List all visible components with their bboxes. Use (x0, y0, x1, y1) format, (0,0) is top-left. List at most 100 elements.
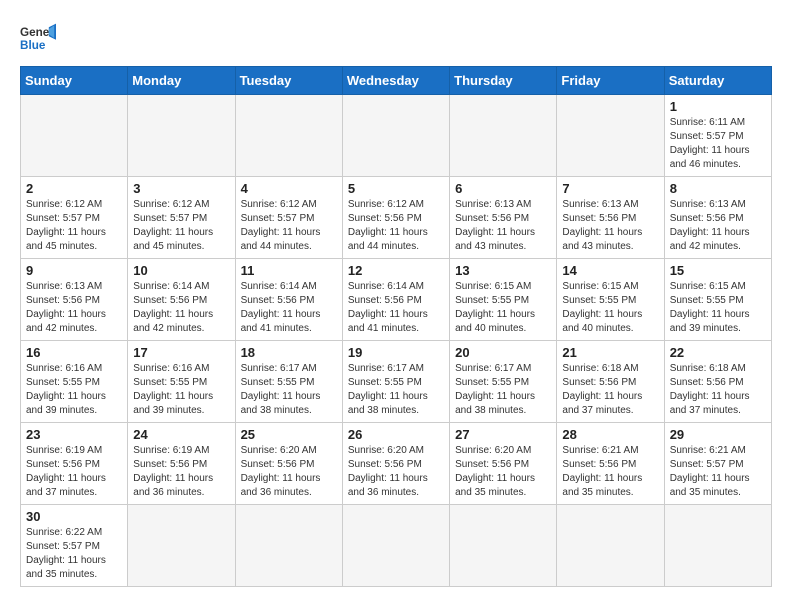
day-number: 4 (241, 181, 337, 196)
day-number: 19 (348, 345, 444, 360)
calendar-cell: 13 Sunrise: 6:15 AMSunset: 5:55 PMDayligh… (450, 259, 557, 341)
calendar-week-0: 1 Sunrise: 6:11 AMSunset: 5:57 PMDaylight… (21, 95, 772, 177)
calendar-cell: 19 Sunrise: 6:17 AMSunset: 5:55 PMDayligh… (342, 341, 449, 423)
general-blue-logo-icon: General Blue (20, 20, 56, 56)
day-number: 16 (26, 345, 122, 360)
calendar-cell: 4 Sunrise: 6:12 AMSunset: 5:57 PMDaylight… (235, 177, 342, 259)
calendar-cell: 20Sunrise: 6:17 AMSunset: 5:55 PMDayligh… (450, 341, 557, 423)
calendar-cell: 10 Sunrise: 6:14 AMSunset: 5:56 PMDayligh… (128, 259, 235, 341)
day-number: 27 (455, 427, 551, 442)
calendar-week-5: 30 Sunrise: 6:22 AMSunset: 5:57 PMDayligh… (21, 505, 772, 587)
header-wednesday: Wednesday (342, 67, 449, 95)
day-number: 15 (670, 263, 766, 278)
page: General Blue Sunday Monday Tuesday Wedne… (0, 0, 792, 597)
day-number: 1 (670, 99, 766, 114)
day-info: Sunrise: 6:16 AMSunset: 5:55 PMDaylight:… (133, 362, 229, 418)
calendar-cell: 24 Sunrise: 6:19 AMSunset: 5:56 PMDayligh… (128, 423, 235, 505)
calendar-cell (664, 505, 771, 587)
day-info: Sunrise: 6:21 AMSunset: 5:56 PMDaylight:… (562, 444, 658, 500)
calendar-week-4: 23 Sunrise: 6:19 AMSunset: 5:56 PMDayligh… (21, 423, 772, 505)
day-number: 20 (455, 345, 551, 360)
day-info: Sunrise: 6:19 AMSunset: 5:56 PMDaylight:… (133, 444, 229, 500)
day-info: Sunrise: 6:15 AMSunset: 5:55 PMDaylight:… (562, 280, 658, 336)
day-number: 21 (562, 345, 658, 360)
calendar-cell (235, 95, 342, 177)
day-info: Sunrise: 6:17 AMSunset: 5:55 PMDaylight:… (348, 362, 444, 418)
day-info: Sunrise: 6:12 AMSunset: 5:57 PMDaylight:… (26, 198, 122, 254)
day-number: 13 (455, 263, 551, 278)
day-number: 8 (670, 181, 766, 196)
day-info: Sunrise: 6:12 AMSunset: 5:56 PMDaylight:… (348, 198, 444, 254)
day-info: Sunrise: 6:20 AMSunset: 5:56 PMDaylight:… (455, 444, 551, 500)
calendar-week-1: 2 Sunrise: 6:12 AMSunset: 5:57 PMDaylight… (21, 177, 772, 259)
day-info: Sunrise: 6:13 AMSunset: 5:56 PMDaylight:… (455, 198, 551, 254)
day-info: Sunrise: 6:18 AMSunset: 5:56 PMDaylight:… (670, 362, 766, 418)
calendar-cell: 30 Sunrise: 6:22 AMSunset: 5:57 PMDayligh… (21, 505, 128, 587)
calendar-cell: 17 Sunrise: 6:16 AMSunset: 5:55 PMDayligh… (128, 341, 235, 423)
day-info: Sunrise: 6:11 AMSunset: 5:57 PMDaylight:… (670, 116, 766, 172)
day-number: 11 (241, 263, 337, 278)
day-info: Sunrise: 6:14 AMSunset: 5:56 PMDaylight:… (348, 280, 444, 336)
day-number: 14 (562, 263, 658, 278)
calendar-cell (235, 505, 342, 587)
calendar-cell: 11 Sunrise: 6:14 AMSunset: 5:56 PMDayligh… (235, 259, 342, 341)
calendar-cell: 29 Sunrise: 6:21 AMSunset: 5:57 PMDayligh… (664, 423, 771, 505)
day-info: Sunrise: 6:21 AMSunset: 5:57 PMDaylight:… (670, 444, 766, 500)
day-number: 2 (26, 181, 122, 196)
calendar-week-2: 9Sunrise: 6:13 AMSunset: 5:56 PMDaylight… (21, 259, 772, 341)
calendar-cell (128, 95, 235, 177)
day-number: 24 (133, 427, 229, 442)
day-number: 25 (241, 427, 337, 442)
calendar-cell: 21Sunrise: 6:18 AMSunset: 5:56 PMDayligh… (557, 341, 664, 423)
day-number: 5 (348, 181, 444, 196)
calendar-cell: 22 Sunrise: 6:18 AMSunset: 5:56 PMDayligh… (664, 341, 771, 423)
day-info: Sunrise: 6:19 AMSunset: 5:56 PMDaylight:… (26, 444, 122, 500)
day-number: 17 (133, 345, 229, 360)
day-info: Sunrise: 6:13 AMSunset: 5:56 PMDaylight:… (670, 198, 766, 254)
calendar-cell: 8 Sunrise: 6:13 AMSunset: 5:56 PMDaylight… (664, 177, 771, 259)
logo: General Blue (20, 20, 56, 56)
header: General Blue (20, 20, 772, 56)
calendar-cell (128, 505, 235, 587)
calendar-header-row: Sunday Monday Tuesday Wednesday Thursday… (21, 67, 772, 95)
calendar-cell: 1 Sunrise: 6:11 AMSunset: 5:57 PMDaylight… (664, 95, 771, 177)
day-info: Sunrise: 6:17 AMSunset: 5:55 PMDaylight:… (241, 362, 337, 418)
calendar-cell: 5 Sunrise: 6:12 AMSunset: 5:56 PMDaylight… (342, 177, 449, 259)
day-info: Sunrise: 6:22 AMSunset: 5:57 PMDaylight:… (26, 526, 122, 582)
day-number: 30 (26, 509, 122, 524)
svg-text:Blue: Blue (20, 39, 46, 52)
day-info: Sunrise: 6:14 AMSunset: 5:56 PMDaylight:… (241, 280, 337, 336)
calendar-cell (342, 95, 449, 177)
calendar-week-3: 16 Sunrise: 6:16 AMSunset: 5:55 PMDayligh… (21, 341, 772, 423)
calendar-cell: 14 Sunrise: 6:15 AMSunset: 5:55 PMDayligh… (557, 259, 664, 341)
day-number: 6 (455, 181, 551, 196)
day-number: 22 (670, 345, 766, 360)
header-sunday: Sunday (21, 67, 128, 95)
day-number: 23 (26, 427, 122, 442)
day-number: 10 (133, 263, 229, 278)
calendar-cell: 7Sunrise: 6:13 AMSunset: 5:56 PMDaylight… (557, 177, 664, 259)
calendar-cell: 3Sunrise: 6:12 AMSunset: 5:57 PMDaylight… (128, 177, 235, 259)
calendar-cell: 28 Sunrise: 6:21 AMSunset: 5:56 PMDayligh… (557, 423, 664, 505)
day-info: Sunrise: 6:15 AMSunset: 5:55 PMDaylight:… (455, 280, 551, 336)
calendar-cell (557, 95, 664, 177)
header-saturday: Saturday (664, 67, 771, 95)
header-tuesday: Tuesday (235, 67, 342, 95)
day-info: Sunrise: 6:12 AMSunset: 5:57 PMDaylight:… (241, 198, 337, 254)
day-info: Sunrise: 6:20 AMSunset: 5:56 PMDaylight:… (241, 444, 337, 500)
header-friday: Friday (557, 67, 664, 95)
day-info: Sunrise: 6:13 AMSunset: 5:56 PMDaylight:… (26, 280, 122, 336)
calendar-cell: 27 Sunrise: 6:20 AMSunset: 5:56 PMDayligh… (450, 423, 557, 505)
calendar-cell: 23 Sunrise: 6:19 AMSunset: 5:56 PMDayligh… (21, 423, 128, 505)
day-info: Sunrise: 6:14 AMSunset: 5:56 PMDaylight:… (133, 280, 229, 336)
header-thursday: Thursday (450, 67, 557, 95)
calendar-cell (342, 505, 449, 587)
day-number: 3 (133, 181, 229, 196)
day-number: 18 (241, 345, 337, 360)
calendar-cell: 26Sunrise: 6:20 AMSunset: 5:56 PMDayligh… (342, 423, 449, 505)
calendar-cell: 9Sunrise: 6:13 AMSunset: 5:56 PMDaylight… (21, 259, 128, 341)
header-monday: Monday (128, 67, 235, 95)
day-number: 29 (670, 427, 766, 442)
day-number: 28 (562, 427, 658, 442)
day-info: Sunrise: 6:16 AMSunset: 5:55 PMDaylight:… (26, 362, 122, 418)
